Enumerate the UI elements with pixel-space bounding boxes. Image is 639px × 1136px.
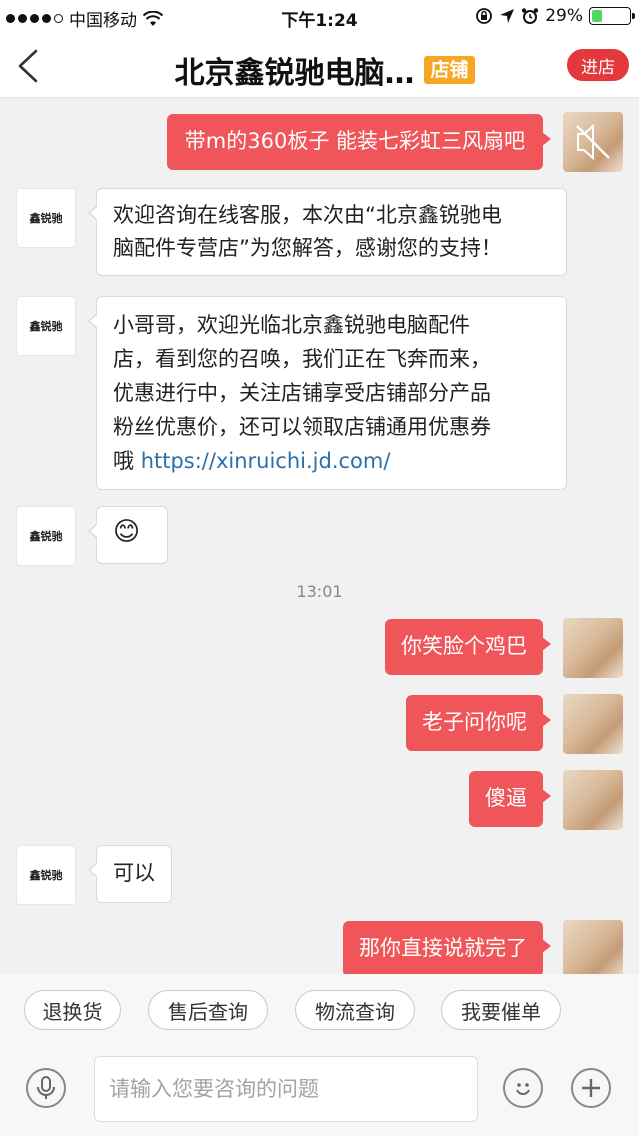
message-text: 小哥哥，欢迎光临北京鑫锐驰电脑配件 (113, 313, 470, 337)
time-divider: 13:01 (296, 582, 343, 601)
mute-icon (576, 123, 610, 161)
status-right: 29% (475, 6, 635, 26)
plus-icon (582, 1079, 600, 1097)
user-message-bubble[interactable]: 带m的360板子 能装七彩虹三风扇吧 (166, 114, 552, 170)
user-avatar[interactable] (563, 920, 623, 974)
user-message-bubble[interactable]: 傻逼 (469, 771, 551, 827)
message-text: 带m的360板子 能装七彩虹三风扇吧 (184, 129, 525, 153)
quick-actions-bar: 退换货 售后查询 物流查询 我要催单 (0, 974, 639, 1046)
user-avatar[interactable] (563, 770, 623, 830)
shop-logo-text: 鑫锐驰 (29, 212, 63, 225)
shop-logo-text: 鑫锐驰 (29, 530, 63, 543)
location-arrow-icon (500, 9, 515, 23)
emoji-icon (516, 1083, 530, 1095)
shop-link[interactable]: https://xinruichi.jd.com/ (141, 449, 391, 473)
message-text: 店，看到您的召唤，我们正在飞奔而来， (113, 347, 491, 371)
user-message-bubble[interactable]: 老子问你呢 (406, 695, 551, 751)
user-message-bubble[interactable]: 你笑脸个鸡巴 (385, 619, 551, 675)
shop-avatar[interactable]: 鑫锐驰 (16, 506, 76, 566)
quick-action-logistics[interactable]: 物流查询 (295, 990, 415, 1030)
shop-title: 北京鑫锐驰电脑… (174, 56, 415, 91)
shop-message-bubble[interactable]: 😊 (88, 506, 168, 564)
message-text: 脑配件专营店”为您解答，感谢您的支持！ (113, 236, 502, 260)
battery-icon (589, 7, 635, 25)
message-text: 你笑脸个鸡巴 (401, 634, 527, 658)
quick-action-return[interactable]: 退换货 (24, 990, 121, 1030)
message-text: 可以 (113, 861, 155, 885)
message-text: 优惠进行中，关注店铺享受店铺部分产品 (113, 381, 491, 405)
user-avatar[interactable] (563, 618, 623, 678)
smile-emoji: 😊 (113, 517, 141, 547)
microphone-icon (37, 1076, 55, 1099)
enter-shop-button[interactable]: 进店 (567, 49, 629, 81)
shop-message-bubble[interactable]: 欢迎咨询在线客服，本次由“北京鑫锐驰电 脑配件专营店”为您解答，感谢您的支持！ (88, 188, 567, 276)
message-text: 粉丝优惠价，还可以领取店铺通用优惠券 (113, 415, 491, 439)
status-bar: 中国移动 下午1:24 29% (0, 0, 639, 34)
voice-button[interactable] (26, 1068, 66, 1108)
shop-logo-text: 鑫锐驰 (29, 320, 63, 333)
shop-message-bubble[interactable]: 小哥哥，欢迎光临北京鑫锐驰电脑配件 店，看到您的召唤，我们正在飞奔而来， 优惠进… (88, 296, 567, 490)
more-button[interactable] (571, 1068, 611, 1108)
alarm-icon (522, 8, 539, 24)
shop-avatar[interactable]: 鑫锐驰 (16, 845, 76, 905)
message-input[interactable] (94, 1056, 478, 1122)
message-text: 哦 (113, 449, 134, 473)
chat-header: 北京鑫锐驰电脑… 店铺 进店 (0, 34, 639, 98)
quick-action-after-sales[interactable]: 售后查询 (148, 990, 268, 1030)
message-text: 傻逼 (485, 786, 527, 810)
battery-percent: 29% (545, 6, 583, 26)
shop-message-bubble[interactable]: 可以 (88, 845, 172, 903)
shop-avatar[interactable]: 鑫锐驰 (16, 296, 76, 356)
orientation-lock-icon (476, 8, 493, 24)
shop-avatar[interactable]: 鑫锐驰 (16, 188, 76, 248)
shop-title-bar: 北京鑫锐驰电脑… 店铺 (0, 48, 639, 92)
chat-list[interactable]: 带m的360板子 能装七彩虹三风扇吧 鑫锐驰 欢迎咨询在线客服，本次由“北京鑫锐… (0, 98, 639, 974)
input-bar (0, 1046, 639, 1136)
quick-action-urge-order[interactable]: 我要催单 (441, 990, 561, 1030)
shop-badge: 店铺 (424, 56, 475, 84)
message-text: 欢迎咨询在线客服，本次由“北京鑫锐驰电 (113, 203, 502, 227)
shop-logo-text: 鑫锐驰 (29, 869, 63, 882)
user-avatar[interactable] (563, 694, 623, 754)
user-message-bubble[interactable]: 那你直接说就完了 (343, 921, 551, 974)
message-text-last-line: 哦 https://xinruichi.jd.com/ (113, 444, 550, 478)
user-avatar[interactable] (563, 112, 623, 172)
message-text: 老子问你呢 (422, 710, 527, 734)
emoji-button[interactable] (503, 1068, 543, 1108)
message-text: 那你直接说就完了 (359, 936, 527, 960)
